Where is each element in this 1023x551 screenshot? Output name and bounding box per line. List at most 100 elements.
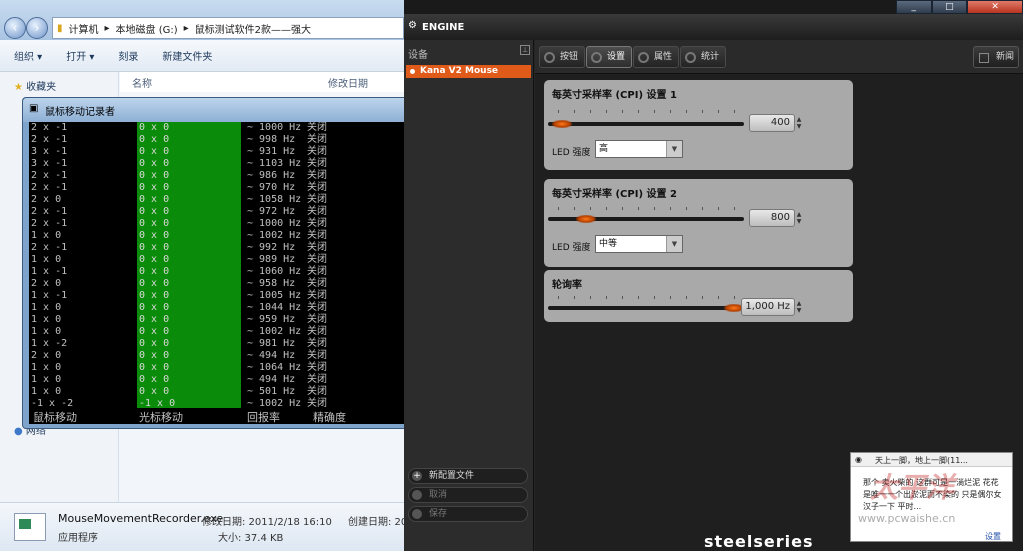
polling-rate: ~ 986 Hz xyxy=(247,170,296,181)
precision: 关闭 xyxy=(307,350,327,361)
cpi-1-value[interactable]: 400 xyxy=(749,114,795,132)
polling-rate: ~ 1000 Hz xyxy=(247,122,302,133)
polling-rate-title: 轮询率 xyxy=(552,280,582,291)
precision: 关闭 xyxy=(307,290,327,301)
polling-rate-value[interactable]: 1,000 Hz xyxy=(741,298,795,316)
mouse-delta: 1 x 0 xyxy=(31,254,62,265)
organize-button[interactable]: 组织 ▾ xyxy=(14,48,42,63)
precision: 关闭 xyxy=(307,254,327,265)
column-name[interactable]: 名称 xyxy=(132,75,152,90)
cursor-delta: 0 x 0 xyxy=(139,194,170,205)
cpi-2-value[interactable]: 800 xyxy=(749,209,795,227)
forward-button[interactable]: › xyxy=(26,17,48,39)
cpi-setting-1-title: 每英寸采样率 (CPI) 设置 1 xyxy=(552,90,677,101)
slider-knob[interactable] xyxy=(551,120,572,128)
polling-rate: ~ 1002 Hz xyxy=(247,326,302,337)
watermark-url: www.pcwaishe.cn xyxy=(858,512,956,525)
precision: 关闭 xyxy=(307,194,327,205)
sidebar-header: 设备 xyxy=(408,50,428,61)
mouse-delta: 1 x 0 xyxy=(31,302,62,313)
console-title: 鼠标移动记录者 xyxy=(45,107,115,118)
breadcrumb-separator: ▸ xyxy=(183,22,189,34)
engine-maximize-button[interactable]: □ xyxy=(931,0,968,14)
burn-button[interactable]: 刻录 xyxy=(118,48,138,63)
breadcrumb-folder[interactable]: 鼠标测试软件2款——强大 xyxy=(195,21,311,36)
mouse-delta: 1 x 0 xyxy=(31,362,62,373)
save-icon xyxy=(412,509,422,519)
breadcrumb-separator: ▸ xyxy=(104,22,110,34)
label-polling-rate: 回报率 xyxy=(247,411,280,424)
cpi-setting-2-panel: 每英寸采样率 (CPI) 设置 2 800 ▲ ▼ LED 强度 中等 ▼ xyxy=(544,179,853,267)
address-bar[interactable]: ▮ 计算机 ▸ 本地磁盘 (G:) ▸ 鼠标测试软件2款——强大 xyxy=(52,17,404,39)
cursor-delta: 0 x 0 xyxy=(139,362,170,373)
cancel-icon xyxy=(412,490,422,500)
breadcrumb-computer[interactable]: 计算机 xyxy=(69,21,99,36)
save-button[interactable]: 保存 xyxy=(408,506,528,522)
engine-titlebar[interactable]: ⚙ ENGINE xyxy=(404,14,1023,40)
precision: 关闭 xyxy=(307,266,327,277)
mouse-delta: 1 x 0 xyxy=(31,230,62,241)
notification-app-icon: ◉ xyxy=(855,455,862,464)
tab-buttons[interactable]: 按钮 xyxy=(539,46,586,68)
notification-settings-link[interactable]: 设置 xyxy=(985,531,1001,542)
led-intensity-2-select[interactable]: 中等 ▼ xyxy=(595,235,683,253)
slider-knob[interactable] xyxy=(576,215,597,223)
cpi-setting-2-title: 每英寸采样率 (CPI) 设置 2 xyxy=(552,189,677,200)
cpi-1-slider[interactable] xyxy=(548,120,744,128)
label-mouse-movement: 鼠标移动 xyxy=(33,411,77,424)
cancel-button[interactable]: 取消 xyxy=(408,487,528,503)
polling-rate: ~ 981 Hz xyxy=(247,338,296,349)
precision: 关闭 xyxy=(307,242,327,253)
cursor-delta: 0 x 0 xyxy=(139,206,170,217)
tab-icon xyxy=(591,52,602,63)
app-file-icon xyxy=(14,513,46,541)
device-item-kana[interactable]: Kana V2 Mouse xyxy=(406,65,531,78)
engine-title: ENGINE xyxy=(422,22,465,33)
polling-rate: ~ 1103 Hz xyxy=(247,158,302,169)
nav-favorites[interactable]: ★ 收藏夹 xyxy=(14,78,56,93)
cursor-delta: 0 x 0 xyxy=(139,242,170,253)
engine-close-button[interactable]: ✕ xyxy=(967,0,1023,14)
notification-title[interactable]: 天上一脚，地上一脚(11... xyxy=(875,455,968,466)
tab-label: 属性 xyxy=(654,52,673,62)
details-created: 创建日期: 20 xyxy=(348,517,408,528)
pin-icon[interactable]: ⊥ xyxy=(520,45,530,55)
precision: 关闭 xyxy=(307,218,327,229)
cancel-label: 取消 xyxy=(429,490,448,500)
polling-rate: ~ 958 Hz xyxy=(247,278,296,289)
column-modified[interactable]: 修改日期 xyxy=(328,75,368,90)
cursor-delta: 0 x 0 xyxy=(139,122,170,133)
new-config-button[interactable]: + 新配置文件 xyxy=(408,468,528,484)
open-button[interactable]: 打开 ▾ xyxy=(66,48,94,63)
cpi-2-spinner[interactable]: ▲ ▼ xyxy=(795,211,803,225)
desktop-window-controls: _ □ ✕ xyxy=(896,0,1023,14)
new-folder-button[interactable]: 新建文件夹 xyxy=(162,48,212,63)
cpi-1-spinner[interactable]: ▲ ▼ xyxy=(795,116,803,130)
tab-statistics[interactable]: 统计 xyxy=(680,46,727,68)
cursor-delta: 0 x 0 xyxy=(139,158,170,169)
engine-minimize-button[interactable]: _ xyxy=(896,0,932,14)
device-sidebar: 设备 ⊥ Kana V2 Mouse + 新配置文件 取消 保存 xyxy=(404,40,534,551)
nav-favorites-label: 收藏夹 xyxy=(26,82,57,93)
back-button[interactable]: ‹ xyxy=(4,17,26,39)
cursor-delta: 0 x 0 xyxy=(139,182,170,193)
mouse-delta: 2 x -1 xyxy=(31,242,68,253)
polling-rate-slider[interactable] xyxy=(548,304,744,312)
tab-settings[interactable]: 设置 xyxy=(586,46,633,68)
slider-ticks xyxy=(558,110,744,114)
polling-rate: ~ 1044 Hz xyxy=(247,302,302,313)
cursor-delta: 0 x 0 xyxy=(139,266,170,277)
led-intensity-1-select[interactable]: 高 ▼ xyxy=(595,140,683,158)
breadcrumb-drive[interactable]: 本地磁盘 (G:) xyxy=(116,21,178,36)
news-button[interactable]: 新闻 xyxy=(973,46,1019,68)
slider-ticks xyxy=(558,207,744,211)
precision: 关闭 xyxy=(307,302,327,313)
cpi-2-slider[interactable] xyxy=(548,215,744,223)
cursor-delta: 0 x 0 xyxy=(139,278,170,289)
polling-rate-spinner[interactable]: ▲ ▼ xyxy=(795,300,803,314)
precision: 关闭 xyxy=(307,374,327,385)
polling-rate: ~ 989 Hz xyxy=(247,254,296,265)
slider-ticks xyxy=(558,296,744,300)
tab-properties[interactable]: 属性 xyxy=(633,46,680,68)
label-cursor-movement: 光标移动 xyxy=(139,411,183,424)
